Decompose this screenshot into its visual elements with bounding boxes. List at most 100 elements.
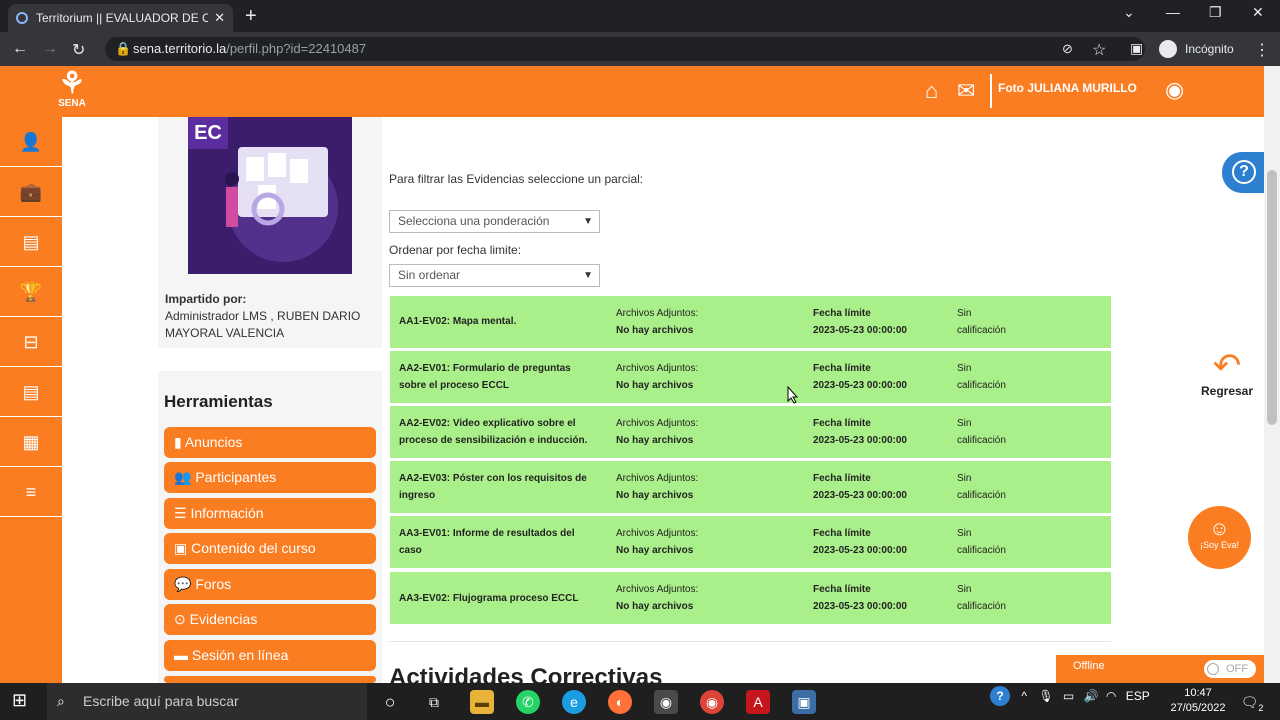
evidence-row[interactable]: AA2-EV01: Formulario de preguntas sobre …	[390, 351, 1111, 403]
question-icon: ?	[1232, 160, 1256, 184]
order-select[interactable]: Sin ordenar ▼	[389, 264, 600, 287]
video-icon: ▬	[174, 647, 188, 663]
chrome-active-icon[interactable]: ◉	[654, 690, 678, 714]
attachments-value: No hay archivos	[616, 601, 694, 612]
taskbar-clock[interactable]: 10:47 27/05/2022	[1168, 686, 1228, 716]
address-bar[interactable]: 🔒 sena.territorio.la/perfil.php?id=22410…	[105, 37, 1145, 61]
evidence-row[interactable]: AA1-EV02: Mapa mental. Archivos Adjuntos…	[390, 296, 1111, 348]
bookmark-star-icon[interactable]: ☆	[1092, 40, 1106, 60]
sidebar-document-icon[interactable]: ▤	[0, 367, 62, 417]
chrome-icon[interactable]: ◉	[700, 690, 724, 714]
course-image: EC	[188, 117, 352, 274]
sidebar-list-icon[interactable]: ▦	[0, 417, 62, 467]
eva-assistant-button[interactable]: ☺ ¡Soy Eva!	[1188, 506, 1251, 569]
tool-foros-button[interactable]: 💬 Foros	[164, 569, 376, 600]
home-icon[interactable]: ⌂	[925, 78, 938, 104]
remote-app-icon[interactable]: ▣	[792, 690, 816, 714]
sidebar-news-icon[interactable]: ▤	[0, 217, 62, 267]
user-photo-box[interactable]: Foto JULIANA MURILLO	[990, 74, 1137, 108]
windows-start-icon[interactable]: ⊞	[12, 690, 27, 711]
close-window-button[interactable]: ✕	[1252, 4, 1264, 21]
evidence-name: AA2-EV03: Póster con los requisitos de i…	[399, 473, 587, 501]
participants-icon: 👥	[174, 469, 192, 485]
back-arrow-icon[interactable]: ←	[12, 40, 28, 58]
new-tab-button[interactable]: +	[245, 5, 257, 28]
edge-icon[interactable]: e	[562, 690, 586, 714]
microphone-icon[interactable]: 🎙	[1038, 689, 1053, 703]
return-arrow-icon: ↶	[1212, 347, 1242, 385]
reload-icon[interactable]: ↻	[72, 40, 85, 60]
attachments-label: Archivos Adjuntos:	[616, 528, 699, 539]
toggle-knob	[1207, 663, 1219, 675]
notification-center-icon[interactable]: 🗨2	[1240, 690, 1264, 714]
wifi-icon[interactable]: ◠	[1106, 689, 1116, 703]
evidence-row[interactable]: AA3-EV01: Informe de resultados del caso…	[390, 516, 1111, 568]
browser-menu-icon[interactable]: ⋮	[1254, 40, 1270, 60]
forward-arrow-icon[interactable]: →	[42, 40, 58, 58]
sidebar-menu-icon[interactable]: ≡	[0, 467, 62, 517]
tool-label: Foros	[195, 576, 232, 592]
offline-toggle[interactable]: OFF	[1204, 660, 1256, 678]
language-indicator[interactable]: ESP	[1126, 689, 1150, 703]
sidepanel-icon[interactable]: ▣	[1130, 40, 1143, 57]
evidence-row[interactable]: AA3-EV02: Flujograma proceso ECCL Archiv…	[390, 572, 1111, 624]
grade-line1: Sin	[957, 363, 972, 374]
back-button[interactable]: ↶ Regresar	[1200, 348, 1254, 398]
whatsapp-icon[interactable]: ✆	[516, 690, 540, 714]
due-label: Fecha límite	[813, 418, 871, 429]
chevron-up-icon[interactable]: ^	[1021, 689, 1027, 703]
due-value: 2023-05-23 00:00:00	[813, 601, 907, 612]
tab-favicon-icon	[16, 12, 28, 24]
sidebar-trophy-icon[interactable]: 🏆	[0, 267, 62, 317]
due-value: 2023-05-23 00:00:00	[813, 325, 907, 336]
taskbar-search[interactable]: ⌕ Escribe aquí para buscar	[47, 683, 367, 720]
url-host: sena.territorio.la	[133, 41, 227, 56]
tool-contenido-button[interactable]: ▣ Contenido del curso	[164, 533, 376, 564]
tool-sesion-button[interactable]: ▬ Sesión en línea	[164, 640, 376, 671]
order-value: Sin ordenar	[398, 268, 461, 282]
back-label: Regresar	[1200, 384, 1254, 398]
due-label: Fecha límite	[813, 584, 871, 595]
toggle-label: OFF	[1226, 663, 1248, 675]
evidence-name: AA3-EV02: Flujograma proceso ECCL	[399, 593, 579, 604]
grade-line2: calificación	[957, 601, 1006, 612]
volume-icon[interactable]: 🔊	[1084, 689, 1099, 703]
tool-anuncios-button[interactable]: ▮ Anuncios	[164, 427, 376, 458]
tool-next-button[interactable]	[164, 676, 376, 683]
ponderacion-select[interactable]: Selecciona una ponderación ▼	[389, 210, 600, 233]
help-button[interactable]: ?	[1222, 152, 1264, 193]
firefox-icon[interactable]: ◐	[608, 690, 632, 714]
due-value: 2023-05-23 00:00:00	[813, 435, 907, 446]
tool-label: Evidencias	[189, 611, 258, 627]
sena-logo[interactable]: ⚘ SENA	[52, 69, 92, 112]
evidence-row[interactable]: AA2-EV02: Video explicativo sobre el pro…	[390, 406, 1111, 458]
battery-icon[interactable]: ▭	[1063, 689, 1074, 703]
attachments-label: Archivos Adjuntos:	[616, 584, 699, 595]
eye-settings-icon[interactable]: ◉	[1165, 77, 1184, 103]
acrobat-icon[interactable]: A	[746, 690, 770, 714]
task-view-icon[interactable]: ⧉	[422, 690, 446, 714]
lock-icon[interactable]: 🔒	[115, 37, 131, 61]
file-explorer-icon[interactable]: ▬	[470, 690, 494, 714]
tool-evidencias-button[interactable]: ⊙ Evidencias	[164, 604, 376, 635]
tool-participantes-button[interactable]: 👥 Participantes	[164, 462, 376, 493]
sidebar-briefcase-icon[interactable]: 💼	[0, 167, 62, 217]
tab-close-icon[interactable]: ✕	[214, 10, 225, 26]
tab-search-icon[interactable]: ⌄	[1123, 4, 1135, 21]
browser-tab[interactable]: Territorium || EVALUADOR DE CO ✕	[8, 4, 233, 32]
minimize-button[interactable]: —	[1166, 4, 1180, 20]
section-divider	[389, 641, 1111, 642]
sidebar-profile-icon[interactable]: 👤	[0, 117, 62, 167]
sidebar-inbox-icon[interactable]: ⊟	[0, 317, 62, 367]
cortana-icon[interactable]: ○	[378, 690, 402, 714]
maximize-button[interactable]: ❐	[1209, 4, 1222, 21]
help-tray-icon[interactable]: ?	[990, 686, 1010, 706]
mail-icon[interactable]: ✉	[957, 78, 975, 104]
tool-informacion-button[interactable]: ☰ Información	[164, 498, 376, 529]
evidence-row[interactable]: AA2-EV03: Póster con los requisitos de i…	[390, 461, 1111, 513]
incognito-badge[interactable]: Incógnito	[1155, 37, 1243, 61]
scrollbar-thumb[interactable]	[1267, 170, 1277, 425]
tracking-off-icon[interactable]: ⊘	[1062, 41, 1073, 57]
due-value: 2023-05-23 00:00:00	[813, 490, 907, 501]
url-path: /perfil.php?id=22410487	[226, 41, 367, 56]
